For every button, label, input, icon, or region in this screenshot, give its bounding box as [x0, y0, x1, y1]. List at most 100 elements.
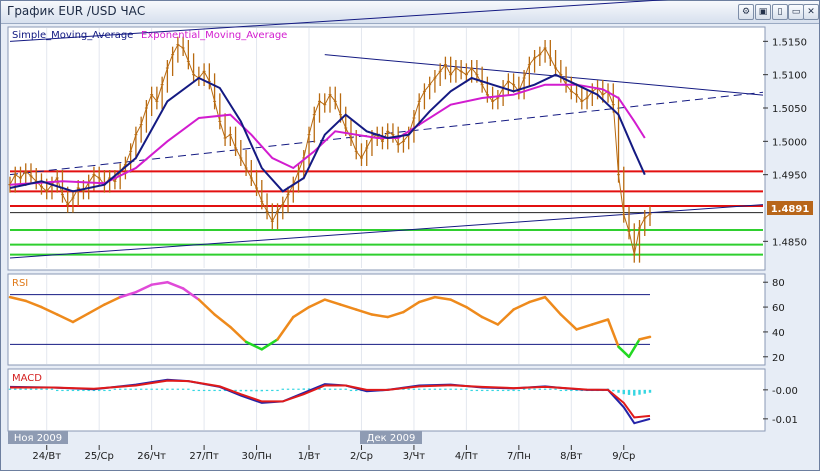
macd-histogram-bar	[533, 388, 536, 390]
macd-histogram-bar	[160, 388, 164, 390]
macd-histogram-bar	[24, 388, 27, 390]
rsi-label: RSI	[12, 278, 28, 289]
macd-histogram-bar	[213, 389, 216, 392]
macd-histogram-bar	[56, 389, 59, 392]
macd-histogram-bar	[197, 389, 201, 392]
macd-histogram-bar	[559, 389, 563, 392]
macd-histogram-bar	[622, 389, 625, 395]
macd-histogram-bar	[423, 388, 426, 390]
price-tick-label: 1.5100	[772, 71, 807, 82]
macd-histogram-bar	[103, 389, 106, 392]
macd-histogram-bar	[449, 388, 452, 390]
macd-histogram-bar	[349, 389, 353, 392]
macd-histogram-bar	[412, 388, 416, 390]
macd-tick-label: -0.00	[772, 386, 798, 397]
rsi-tick-label: 20	[772, 353, 785, 364]
forex-chart[interactable]: Simple_Moving_Average Exponential_Moving…	[0, 0, 820, 471]
macd-histogram-bar	[328, 388, 332, 390]
rsi-tick-label: 80	[772, 278, 785, 289]
macd-tick-label: -0.01	[772, 415, 798, 426]
rsi-tick-label: 40	[772, 328, 785, 339]
macd-histogram-bar	[512, 389, 515, 392]
macd-histogram-bar	[250, 389, 253, 392]
price-panel	[7, 26, 766, 271]
macd-histogram-bar	[633, 389, 636, 396]
macd-histogram-bar	[543, 388, 547, 390]
macd-histogram-bar	[334, 388, 337, 390]
macd-histogram-bar	[564, 389, 568, 392]
macd-histogram-bar	[208, 389, 211, 392]
macd-histogram-bar	[297, 388, 300, 390]
rsi-tick-label: 60	[772, 303, 785, 314]
macd-histogram-bar	[255, 389, 258, 392]
macd-histogram-bar	[71, 389, 75, 392]
macd-histogram-bar	[82, 389, 85, 392]
macd-histogram-bar	[281, 388, 284, 390]
price-tick-label: 1.5000	[772, 137, 807, 148]
macd-histogram-bar	[176, 388, 180, 390]
current-price-label: 1.4891	[771, 204, 810, 215]
macd-histogram-bar	[627, 389, 631, 395]
macd-histogram-bar	[276, 389, 279, 392]
macd-histogram-bar	[407, 388, 410, 390]
macd-histogram-bar	[612, 389, 615, 392]
macd-histogram-bar	[465, 388, 468, 390]
macd-histogram-bar	[538, 388, 542, 390]
macd-histogram-bar	[260, 389, 264, 392]
x-tick-label: 4/Пт	[455, 451, 478, 462]
macd-histogram-bar	[19, 388, 22, 390]
month-label-nov: Ноя 2009	[14, 433, 62, 444]
macd-histogram-bar	[323, 388, 326, 390]
macd-histogram-bar	[491, 389, 494, 392]
macd-histogram-bar	[271, 389, 274, 392]
macd-histogram-bar	[438, 388, 442, 390]
price-tick-label: 1.4950	[772, 171, 807, 182]
macd-histogram-bar	[428, 388, 431, 390]
x-tick-label: 27/Пт	[189, 451, 219, 462]
macd-histogram-bar	[97, 389, 101, 392]
macd-histogram-bar	[286, 388, 290, 390]
macd-histogram-bar	[638, 389, 641, 395]
macd-histogram-bar	[8, 388, 12, 390]
macd-histogram-bar	[417, 388, 421, 390]
macd-histogram-bar	[643, 389, 646, 394]
macd-histogram-bar	[475, 389, 479, 392]
macd-histogram-bar	[76, 389, 80, 392]
macd-histogram-bar	[134, 388, 138, 390]
macd-histogram-bar	[150, 388, 153, 390]
macd-histogram-bar	[486, 389, 489, 392]
macd-histogram-bar	[501, 389, 505, 392]
macd-histogram-bar	[61, 389, 64, 392]
x-tick-label: 26/Чт	[137, 451, 166, 462]
macd-histogram-bar	[522, 388, 526, 390]
price-tick-label: 1.4850	[772, 237, 807, 248]
macd-histogram-bar	[554, 388, 557, 390]
macd-histogram-bar	[244, 389, 248, 392]
x-tick-label: 30/Пн	[241, 451, 271, 462]
x-tick-label: 9/Ср	[612, 451, 635, 462]
macd-histogram-bar	[470, 389, 473, 392]
macd-histogram-bar	[155, 388, 159, 390]
macd-histogram-bar	[339, 388, 342, 390]
macd-histogram-bar	[35, 388, 38, 390]
macd-histogram-bar	[139, 388, 143, 390]
macd-histogram-bar	[302, 388, 305, 390]
x-tick-label: 8/Вт	[560, 451, 583, 462]
macd-histogram-bar	[292, 388, 295, 390]
macd-histogram-bar	[171, 388, 174, 390]
macd-histogram-bar	[617, 389, 620, 393]
macd-histogram-bar	[517, 389, 521, 392]
x-tick-label: 25/Ср	[84, 451, 113, 462]
legend-ema: Exponential_Moving_Average	[141, 30, 287, 41]
macd-histogram-bar	[528, 388, 531, 390]
macd-histogram-bar	[124, 388, 127, 390]
macd-histogram-bar	[218, 389, 222, 392]
macd-histogram-bar	[265, 389, 269, 392]
macd-y-axis: -0.00 -0.01	[763, 386, 798, 426]
macd-panel	[7, 368, 766, 432]
macd-histogram-bar	[648, 389, 652, 393]
x-tick-label: 7/Пн	[507, 451, 531, 462]
macd-histogram-bar	[166, 388, 169, 390]
macd-histogram-bar	[29, 388, 33, 390]
macd-histogram-bar	[454, 388, 458, 390]
